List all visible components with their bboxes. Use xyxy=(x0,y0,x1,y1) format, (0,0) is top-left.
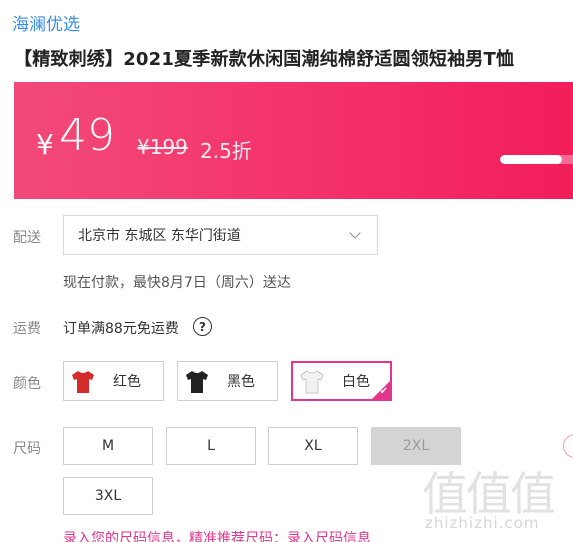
size-option-m[interactable]: M xyxy=(63,427,153,465)
delivery-address-select[interactable]: 北京市 东城区 东华门街道 xyxy=(63,215,378,255)
color-option-white[interactable]: 白色 ✔ xyxy=(291,361,392,401)
tshirt-shape xyxy=(186,371,208,393)
tshirt-thumbnail-icon xyxy=(296,365,328,397)
delivery-time: 现在付款，最快8月7日（周六）送达 xyxy=(63,275,291,291)
color-option-label: 黑色 xyxy=(227,374,255,390)
chevron-down-icon xyxy=(349,227,361,239)
checkmark-icon: ✔ xyxy=(379,386,388,397)
size-info-link[interactable]: 录入您的尺码信息，精准推荐尺码：录入尺码信息 xyxy=(63,528,371,542)
tshirt-thumbnail-icon xyxy=(181,365,213,397)
size-option-xl[interactable]: XL xyxy=(268,427,358,465)
color-option-red[interactable]: 红色 xyxy=(63,361,164,401)
color-label: 颜色 xyxy=(13,376,41,392)
price-current: 49 xyxy=(59,110,115,161)
color-option-label: 白色 xyxy=(342,374,370,390)
color-option-label: 红色 xyxy=(113,374,141,390)
store-name[interactable]: 海澜优选 xyxy=(12,10,80,35)
delivery-label: 配送 xyxy=(13,230,41,246)
tshirt-thumbnail-icon xyxy=(67,365,99,397)
delivery-address-value: 北京市 东城区 东华门街道 xyxy=(78,228,241,244)
size-option-l[interactable]: L xyxy=(166,427,256,465)
price-banner: ¥ 49 ¥199 2.5折 xyxy=(14,82,573,199)
help-icon[interactable]: ? xyxy=(193,317,212,336)
tshirt-shape xyxy=(72,371,94,393)
price-discount: 2.5折 xyxy=(200,139,252,163)
size-option-3xl[interactable]: 3XL xyxy=(63,477,153,515)
size-label: 尺码 xyxy=(13,441,41,457)
color-option-black[interactable]: 黑色 xyxy=(177,361,278,401)
watermark-url: zhizhizhi.com xyxy=(425,514,540,532)
sale-progress-bar xyxy=(500,155,573,164)
price-currency: ¥ xyxy=(36,128,54,161)
shipping-label: 运费 xyxy=(13,321,41,337)
sale-progress-fill xyxy=(500,155,563,164)
tshirt-shape xyxy=(300,370,324,394)
product-title: 【精致刺绣】2021夏季新款休闲国潮纯棉舒适圆领短袖男T恤 xyxy=(14,49,515,70)
price-original: ¥199 xyxy=(137,135,188,159)
side-float-bubble[interactable] xyxy=(563,434,573,458)
shipping-text: 订单满88元免运费 xyxy=(63,321,179,337)
